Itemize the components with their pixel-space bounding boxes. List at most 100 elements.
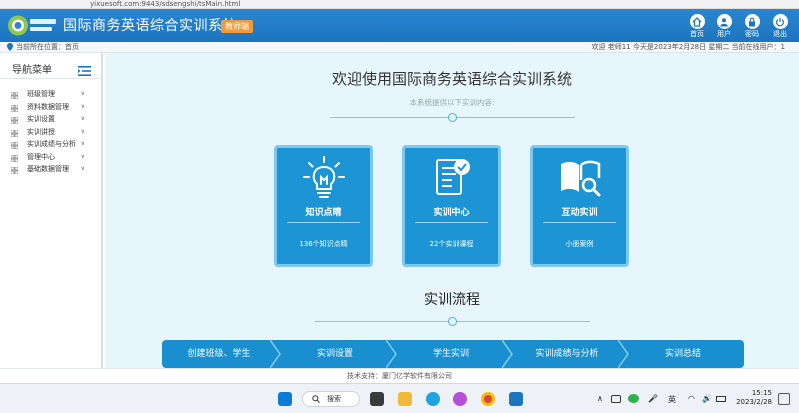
footer: 技术支持：厦门亿学软件有限公司 bbox=[0, 368, 799, 383]
divider-circle bbox=[448, 317, 457, 326]
chrome-browser-icon[interactable] bbox=[481, 392, 495, 406]
lock-icon bbox=[744, 14, 760, 29]
chevron-up-icon[interactable]: ∧ bbox=[597, 394, 603, 403]
sidebar-item-label: 基础数据管理 bbox=[27, 165, 69, 173]
sidebar-item-label: 班级管理 bbox=[27, 90, 55, 98]
welcome-subtitle: 本系统提供以下实训内容: bbox=[409, 98, 495, 107]
app-tray-icon[interactable] bbox=[611, 395, 621, 403]
card-subtitle: 136个知识点睛 bbox=[299, 240, 348, 248]
password-button[interactable]: 密码 bbox=[737, 14, 767, 39]
home-label: 首页 bbox=[690, 30, 704, 38]
sidebar-header: 导航菜单 bbox=[0, 53, 101, 79]
browser-url-bar[interactable]: yixuesoft.com:9443/sdsengshi/tsMain.html bbox=[0, 0, 799, 9]
wifi-icon[interactable]: ◠ bbox=[688, 394, 695, 403]
card-subtitle: 小册案例 bbox=[565, 240, 594, 248]
logout-button[interactable]: 退出 bbox=[765, 14, 795, 39]
notification-icon[interactable] bbox=[778, 393, 790, 405]
training-flow-bar: 创建班级、学生 实训设置 学生实训 实训成绩与分析 实训总结 bbox=[162, 340, 744, 368]
flow-step[interactable]: 实训成绩与分析 bbox=[510, 340, 624, 368]
home-icon bbox=[689, 14, 705, 29]
microphone-icon[interactable]: 🎤 bbox=[648, 394, 658, 403]
chevron-down-icon: ∨ bbox=[80, 90, 85, 97]
user-button[interactable]: 用户 bbox=[709, 14, 739, 39]
search-icon bbox=[312, 395, 320, 403]
sidebar-item-label: 管理中心 bbox=[27, 152, 55, 161]
file-explorer-icon[interactable] bbox=[398, 392, 412, 406]
divider bbox=[330, 117, 448, 118]
app-title: 国际商务英语综合实训系统 bbox=[63, 18, 237, 34]
chevron-down-icon: ∨ bbox=[80, 140, 85, 147]
main-content: 欢迎使用国际商务英语综合实训系统 本系统提供以下实训内容: 知识点睛 136个知… bbox=[105, 53, 799, 368]
sidebar-item-admin-center[interactable]: 管理中心 ∨ bbox=[0, 151, 101, 164]
menu-grid-icon bbox=[10, 104, 19, 112]
card-training-center[interactable]: 实训中心 22个实训课程 bbox=[402, 145, 501, 267]
divider bbox=[457, 117, 575, 118]
menu-grid-icon bbox=[10, 129, 19, 137]
breadcrumb: 当前所在位置：首页 bbox=[16, 43, 79, 51]
menu-grid-icon bbox=[10, 154, 19, 162]
sidebar-item-training-settings[interactable]: 实训设置 ∨ bbox=[0, 113, 101, 126]
card-interactive-training[interactable]: 互动实训 小册案例 bbox=[530, 145, 629, 267]
task-view-icon[interactable] bbox=[370, 392, 384, 406]
app-icon[interactable] bbox=[453, 392, 467, 406]
lightbulb-icon bbox=[301, 154, 347, 200]
taskbar-search[interactable]: 搜索 bbox=[302, 391, 360, 407]
sidebar-item-label: 实训成绩与分析 bbox=[27, 140, 76, 148]
clock-date: 2023/2/28 bbox=[736, 398, 772, 406]
card-divider bbox=[415, 222, 488, 223]
flow-title: 实训流程 bbox=[424, 292, 480, 308]
sidebar-item-data-management[interactable]: 资料数据管理 ∨ bbox=[0, 101, 101, 114]
chevron-down-icon: ∨ bbox=[80, 115, 85, 122]
password-label: 密码 bbox=[745, 30, 759, 38]
menu-toggle-icon[interactable] bbox=[78, 61, 91, 80]
flow-step[interactable]: 创建班级、学生 bbox=[162, 340, 276, 368]
edge-browser-icon[interactable] bbox=[426, 392, 440, 406]
chevron-down-icon: ∨ bbox=[80, 102, 85, 110]
menu-grid-icon bbox=[10, 166, 19, 175]
app-window-icon[interactable] bbox=[509, 392, 523, 406]
status-bar: 当前所在位置：首页 欢迎 老师11 今天是2023年2月28日 星期二 当前在线… bbox=[0, 42, 799, 53]
chevron-down-icon: ∨ bbox=[80, 152, 85, 160]
logout-label: 退出 bbox=[773, 30, 787, 38]
document-check-icon bbox=[429, 154, 475, 200]
divider bbox=[315, 321, 448, 322]
flow-step[interactable]: 实训总结 bbox=[626, 340, 740, 368]
card-divider bbox=[543, 222, 616, 223]
ime-indicator[interactable]: 英 bbox=[668, 394, 676, 405]
chevron-down-icon: ∨ bbox=[80, 127, 85, 135]
user-icon bbox=[716, 14, 732, 29]
user-label: 用户 bbox=[717, 30, 731, 38]
card-title: 实训中心 bbox=[433, 208, 470, 218]
sidebar-item-class-management[interactable]: 班级管理 ∨ bbox=[0, 88, 101, 101]
card-title: 知识点睛 bbox=[305, 208, 342, 218]
wechat-icon[interactable] bbox=[628, 394, 639, 403]
sidebar-item-base-data[interactable]: 基础数据管理 ∨ bbox=[0, 163, 101, 176]
menu-grid-icon bbox=[10, 141, 19, 150]
windows-start-icon[interactable] bbox=[278, 392, 292, 406]
card-subtitle: 22个实训课程 bbox=[429, 240, 474, 248]
welcome-title: 欢迎使用国际商务英语综合实训系统 bbox=[331, 70, 572, 88]
clock-time: 15:15 bbox=[751, 389, 772, 397]
menu-grid-icon bbox=[10, 116, 19, 125]
flow-step[interactable]: 实训设置 bbox=[278, 340, 392, 368]
sidebar-item-scores-analysis[interactable]: 实训成绩与分析 ∨ bbox=[0, 138, 101, 151]
menu-grid-icon bbox=[10, 91, 19, 100]
sidebar-title: 导航菜单 bbox=[12, 65, 52, 76]
power-icon bbox=[772, 14, 788, 29]
footer-text: 技术支持：厦门亿学软件有限公司 bbox=[347, 372, 452, 380]
card-title: 互动实训 bbox=[561, 208, 598, 218]
user-status-text: 欢迎 老师11 今天是2023年2月28日 星期二 当前在线用户：1 bbox=[591, 43, 785, 51]
home-button[interactable]: 首页 bbox=[682, 14, 712, 39]
card-knowledge[interactable]: 知识点睛 136个知识点睛 bbox=[274, 145, 373, 267]
sidebar-item-label: 实训讲授 bbox=[27, 127, 55, 136]
sidebar-item-training-lectures[interactable]: 实训讲授 ∨ bbox=[0, 126, 101, 139]
flow-step[interactable]: 学生实训 bbox=[394, 340, 508, 368]
battery-icon[interactable] bbox=[716, 396, 726, 402]
taskbar-search-label: 搜索 bbox=[327, 395, 341, 403]
taskbar: 搜索 ∧ 🎤 英 ◠ 🔊 15:15 2023/2/28 bbox=[0, 383, 799, 413]
sidebar-item-label: 实训设置 bbox=[27, 115, 55, 123]
volume-icon[interactable]: 🔊 bbox=[702, 394, 712, 403]
clock[interactable]: 15:15 2023/2/28 bbox=[736, 389, 772, 407]
sidebar-item-label: 资料数据管理 bbox=[27, 102, 69, 111]
divider-circle bbox=[448, 113, 457, 122]
